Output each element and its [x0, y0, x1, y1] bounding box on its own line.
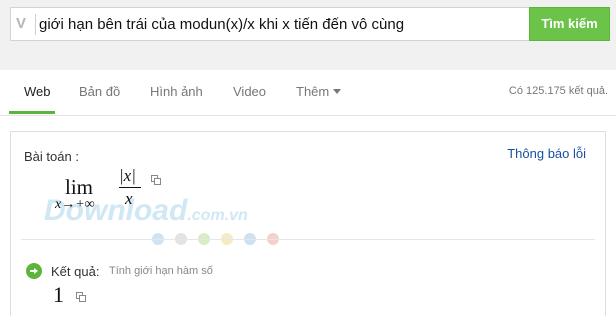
problem-label: Bài toán :: [24, 149, 79, 164]
tab-video[interactable]: Video: [233, 84, 266, 100]
search-query-text[interactable]: giới hạn bên trái của modun(x)/x khi x t…: [39, 16, 404, 33]
search-header: V giới hạn bên trái của modun(x)/x khi x…: [0, 0, 616, 70]
report-error-link[interactable]: Thông báo lỗi: [507, 146, 586, 161]
logo-icon: V: [16, 15, 27, 32]
search-button[interactable]: Tìm kiếm: [529, 7, 610, 41]
tab-more[interactable]: Thêm: [296, 84, 342, 100]
search-input[interactable]: V giới hạn bên trái của modun(x)/x khi x…: [10, 7, 530, 41]
copy-answer-icon[interactable]: [76, 292, 86, 302]
math-result-card: Bài toán : Thông báo lỗi Download.com.vn…: [10, 131, 606, 316]
active-tab-indicator: [9, 111, 55, 114]
tab-web[interactable]: Web: [24, 84, 51, 100]
caret-down-icon: [333, 89, 342, 94]
answer-value: 1: [53, 282, 64, 307]
fraction-bar: [119, 187, 141, 188]
limit-operator: lim: [65, 175, 94, 199]
section-divider: [21, 239, 595, 240]
arrow-right-icon: [26, 263, 42, 279]
fraction-numerator: |x|: [119, 166, 136, 185]
result-label: Kết quả:: [51, 264, 100, 279]
result-count: Có 125.175 kết quả.: [508, 85, 608, 97]
limit-subscript: x→+∞: [55, 197, 95, 212]
search-divider: [35, 14, 36, 35]
result-description: Tính giới hạn hàm số: [109, 265, 213, 277]
tab-maps[interactable]: Bản đồ: [79, 84, 120, 100]
copy-expression-icon[interactable]: [151, 175, 161, 185]
tab-more-label: Thêm: [296, 84, 330, 99]
tab-bar: Web Bản đồ Hình ảnh Video Thêm Có 125.17…: [0, 70, 616, 116]
watermark-suffix: .com.vn: [187, 207, 248, 224]
fraction-denominator: x: [125, 189, 133, 208]
tab-images[interactable]: Hình ảnh: [150, 84, 203, 100]
